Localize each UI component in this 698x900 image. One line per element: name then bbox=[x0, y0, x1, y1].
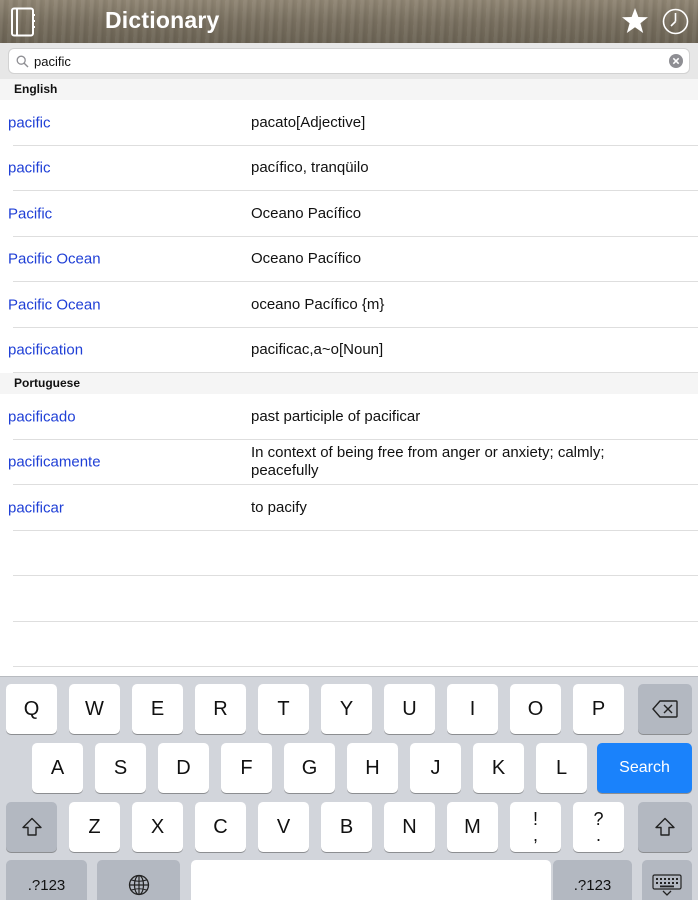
entry-term: Pacific bbox=[8, 205, 53, 223]
shift-icon bbox=[21, 817, 42, 836]
book-icon[interactable] bbox=[10, 7, 36, 37]
list-item[interactable]: pacificamente In context of being free f… bbox=[0, 440, 698, 486]
list-item[interactable]: pacific pacato[Adjective] bbox=[0, 100, 698, 146]
entry-term: pacific bbox=[8, 159, 51, 177]
key-r[interactable]: R bbox=[195, 684, 246, 734]
section-header-english: English bbox=[0, 79, 698, 100]
entry-term: pacificar bbox=[8, 499, 64, 517]
shift-icon bbox=[655, 817, 675, 836]
key-b[interactable]: B bbox=[321, 802, 372, 852]
globe-key[interactable] bbox=[97, 860, 180, 900]
entry-translation: Oceano Pacífico bbox=[251, 204, 362, 222]
clock-icon[interactable] bbox=[662, 8, 689, 35]
search-input[interactable] bbox=[34, 49, 664, 73]
empty-row bbox=[0, 531, 698, 577]
entry-translation: pacato[Adjective] bbox=[251, 113, 366, 131]
empty-row bbox=[0, 622, 698, 668]
numbers-key-left[interactable]: .?123 bbox=[6, 860, 87, 900]
list-item[interactable]: pacification pacificac,a~o[Noun] bbox=[0, 328, 698, 374]
key-q[interactable]: Q bbox=[6, 684, 57, 734]
clear-icon[interactable] bbox=[669, 54, 683, 68]
key-c[interactable]: C bbox=[195, 802, 246, 852]
entry-translation: In context of being free from anger or a… bbox=[251, 444, 605, 480]
key-x[interactable]: X bbox=[132, 802, 183, 852]
page-title: Dictionary bbox=[105, 7, 220, 33]
key-z[interactable]: Z bbox=[69, 802, 120, 852]
space-bar[interactable] bbox=[191, 860, 551, 900]
entry-translation: past participle of pacificar bbox=[251, 407, 421, 425]
key-d[interactable]: D bbox=[158, 743, 209, 793]
search-icon bbox=[16, 55, 29, 68]
key-v[interactable]: V bbox=[258, 802, 309, 852]
entry-term: pacificamente bbox=[8, 453, 101, 471]
list-item[interactable]: pacificar to pacify bbox=[0, 485, 698, 531]
dismiss-keyboard-key[interactable] bbox=[642, 860, 692, 900]
keyboard: Q W E R T Y U I O P A S D F G H J K L Se… bbox=[0, 676, 698, 900]
backspace-icon bbox=[652, 700, 678, 718]
key-exclaim-comma[interactable]: ! , bbox=[510, 802, 561, 852]
key-w[interactable]: W bbox=[69, 684, 120, 734]
key-y[interactable]: Y bbox=[321, 684, 372, 734]
nav-bar: Dictionary bbox=[0, 0, 698, 43]
entry-term: Pacific Ocean bbox=[8, 296, 101, 314]
key-s[interactable]: S bbox=[95, 743, 146, 793]
list-item[interactable]: pacific pacífico, tranqüilo bbox=[0, 146, 698, 192]
list-item[interactable]: Pacific Ocean Oceano Pacífico bbox=[0, 237, 698, 283]
keyboard-dismiss-icon bbox=[652, 874, 682, 896]
search-key[interactable]: Search bbox=[597, 743, 692, 793]
key-question-period[interactable]: ? . bbox=[573, 802, 624, 852]
key-bottom-char: , bbox=[532, 825, 538, 845]
key-l[interactable]: L bbox=[536, 743, 587, 793]
entry-translation: to pacify bbox=[251, 498, 307, 516]
entry-translation: Oceano Pacífico bbox=[251, 250, 362, 268]
empty-row bbox=[0, 576, 698, 622]
entry-term: pacificado bbox=[8, 408, 76, 426]
key-m[interactable]: M bbox=[447, 802, 498, 852]
entry-translation: oceano Pacífico {m} bbox=[251, 295, 385, 313]
entry-term: pacification bbox=[8, 341, 84, 359]
search-field[interactable] bbox=[8, 48, 690, 74]
key-bottom-char: . bbox=[595, 825, 601, 845]
key-k[interactable]: K bbox=[473, 743, 524, 793]
section-header-portuguese: Portuguese bbox=[0, 373, 698, 394]
entry-translation: pacificac,a~o[Noun] bbox=[251, 341, 384, 359]
star-icon[interactable] bbox=[621, 7, 649, 35]
key-j[interactable]: J bbox=[410, 743, 461, 793]
key-n[interactable]: N bbox=[384, 802, 435, 852]
entry-term: pacific bbox=[8, 114, 51, 132]
shift-key-right[interactable] bbox=[638, 802, 692, 852]
backspace-key[interactable] bbox=[638, 684, 692, 734]
search-bar bbox=[0, 43, 698, 79]
key-g[interactable]: G bbox=[284, 743, 335, 793]
key-f[interactable]: F bbox=[221, 743, 272, 793]
key-t[interactable]: T bbox=[258, 684, 309, 734]
entry-translation: pacífico, tranqüilo bbox=[251, 159, 369, 177]
key-o[interactable]: O bbox=[510, 684, 561, 734]
globe-icon bbox=[128, 874, 149, 896]
key-p[interactable]: P bbox=[573, 684, 624, 734]
list-item[interactable]: Pacific Ocean oceano Pacífico {m} bbox=[0, 282, 698, 328]
shift-key-left[interactable] bbox=[6, 802, 57, 852]
results-list: English pacific pacato[Adjective] pacifi… bbox=[0, 79, 698, 667]
key-e[interactable]: E bbox=[132, 684, 183, 734]
list-item[interactable]: Pacific Oceano Pacífico bbox=[0, 191, 698, 237]
key-h[interactable]: H bbox=[347, 743, 398, 793]
numbers-key-right[interactable]: .?123 bbox=[553, 860, 632, 900]
list-item[interactable]: pacificado past participle of pacificar bbox=[0, 394, 698, 440]
entry-term: Pacific Ocean bbox=[8, 250, 101, 268]
key-a[interactable]: A bbox=[32, 743, 83, 793]
key-u[interactable]: U bbox=[384, 684, 435, 734]
key-i[interactable]: I bbox=[447, 684, 498, 734]
